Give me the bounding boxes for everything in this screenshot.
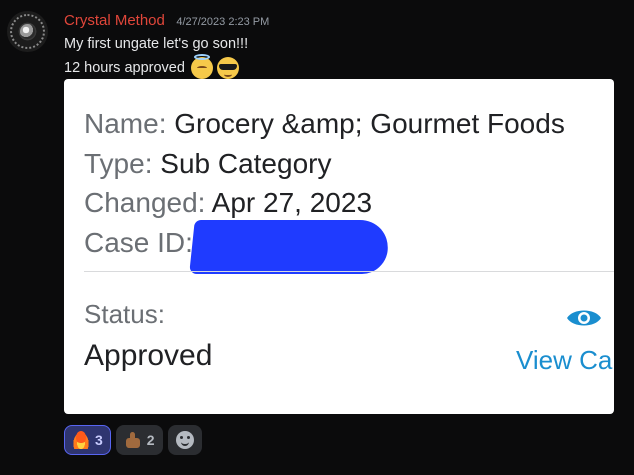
username[interactable]: Crystal Method <box>64 12 165 29</box>
timestamp: 4/27/2023 2:23 PM <box>176 16 270 28</box>
reaction-count: 2 <box>146 432 155 448</box>
type-row: Type: Sub Category <box>84 148 331 180</box>
message-text: 12 hours approved <box>64 60 185 76</box>
case-id-label: Case ID: <box>84 227 193 258</box>
name-label: Name: <box>84 108 167 139</box>
redaction-scribble <box>189 220 391 274</box>
message-text-line-1: My first ungate let's go son!!! <box>64 36 249 52</box>
status-value: Approved <box>84 339 213 372</box>
add-reaction-button[interactable] <box>167 425 202 455</box>
thumbs-up-emoji <box>124 431 142 449</box>
changed-label: Changed: <box>84 187 206 218</box>
view-case-link[interactable]: View Ca <box>516 345 612 376</box>
status-label: Status: <box>84 299 165 329</box>
type-label: Type: <box>84 148 153 179</box>
name-row: Name: Grocery &amp; Gourmet Foods <box>84 108 565 140</box>
name-value: Grocery &amp; Gourmet Foods <box>166 108 565 139</box>
angel-face-emoji <box>190 54 213 79</box>
image-attachment[interactable]: Name: Grocery &amp; Gourmet Foods Type: … <box>64 79 614 414</box>
avatar[interactable] <box>7 11 48 52</box>
sunglasses-face-emoji <box>216 57 239 79</box>
reaction-thumbs-up[interactable]: 2 <box>115 425 163 455</box>
case-id-row: Case ID: <box>84 227 193 259</box>
reactions-bar: 3 2 <box>64 425 202 455</box>
message-header: Crystal Method 4/27/2023 2:23 PM <box>64 12 269 30</box>
message-text-line-2: 12 hours approved <box>64 54 239 79</box>
reaction-fire[interactable]: 3 <box>64 425 111 455</box>
fire-emoji <box>72 431 90 449</box>
changed-row: Changed: Apr 27, 2023 <box>84 187 372 219</box>
changed-value: Apr 27, 2023 <box>205 187 373 218</box>
divider <box>84 271 614 272</box>
eye-icon <box>567 310 601 326</box>
smile-icon <box>175 431 194 449</box>
reaction-count: 3 <box>95 432 103 448</box>
avatar-core <box>20 24 35 39</box>
type-value: Sub Category <box>152 148 332 179</box>
